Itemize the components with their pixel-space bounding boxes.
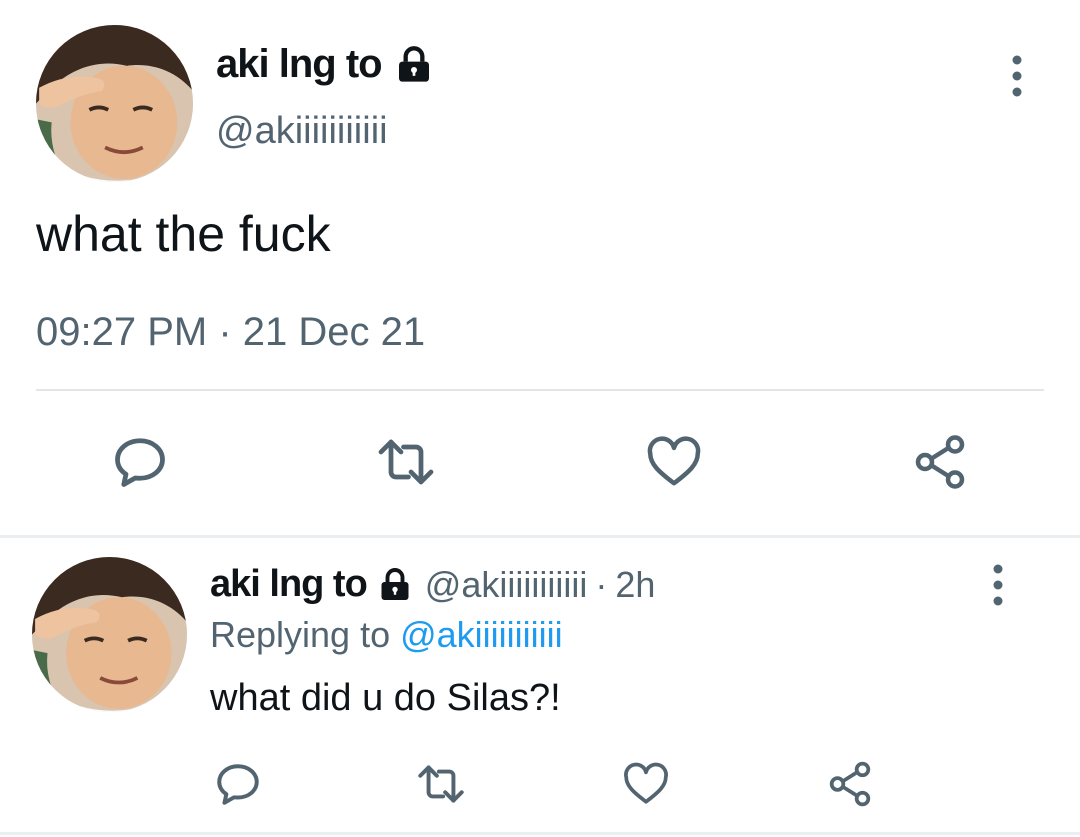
separator-dot: · [595, 563, 608, 605]
share-icon [829, 761, 871, 807]
tweet-text: what the fuck [36, 206, 331, 262]
heart-icon [647, 436, 701, 486]
tweet-time-ago[interactable]: 2h [615, 564, 655, 606]
avatar[interactable] [32, 557, 187, 712]
tweet-thread: aki lng to @akiiiiiiiiiii what the fuck … [0, 0, 1080, 837]
display-name[interactable]: aki lng to [210, 563, 368, 606]
display-name-text: aki lng to [216, 42, 383, 86]
replying-to-mention[interactable]: @akiiiiiiiiiii [400, 614, 563, 655]
avatar[interactable] [36, 25, 193, 182]
lock-icon [394, 45, 434, 85]
more-vertical-icon[interactable] [1007, 54, 1027, 98]
reply-button[interactable] [212, 758, 264, 810]
tweet-timestamp[interactable]: 09:27 PM · 21 Dec 21 [36, 310, 425, 355]
display-name[interactable]: aki lng to [216, 42, 434, 87]
tweet-text: what did u do Silas?! [210, 677, 561, 719]
retweet-button[interactable] [370, 430, 442, 494]
bottom-separator [0, 832, 1080, 835]
retweet-icon [418, 765, 464, 803]
share-button[interactable] [908, 430, 972, 494]
handle[interactable]: @akiiiiiiiiiii [216, 110, 388, 153]
like-button[interactable] [620, 758, 672, 810]
share-icon [915, 435, 965, 489]
lock-icon [377, 567, 413, 603]
main-tweet: aki lng to @akiiiiiiiiiii what the fuck … [0, 0, 1080, 536]
avatar-photo [32, 557, 187, 712]
handle[interactable]: @akiiiiiiiiiii [425, 564, 588, 606]
reply-button[interactable] [108, 430, 172, 494]
avatar-photo [36, 25, 193, 182]
more-vertical-icon[interactable] [988, 563, 1008, 607]
divider [36, 389, 1044, 391]
retweet-button[interactable] [412, 758, 470, 810]
like-button[interactable] [640, 430, 708, 494]
reply-header: aki lng to @akiiiiiiiiiii · 2h [210, 563, 655, 606]
reply-icon [115, 438, 165, 487]
replying-to-label: Replying to [210, 614, 401, 655]
heart-icon [624, 762, 668, 804]
reply-icon [217, 764, 259, 805]
section-separator [0, 535, 1080, 538]
replying-to: Replying to @akiiiiiiiiiii [210, 614, 563, 656]
share-button[interactable] [824, 758, 876, 810]
retweet-icon [378, 439, 434, 485]
